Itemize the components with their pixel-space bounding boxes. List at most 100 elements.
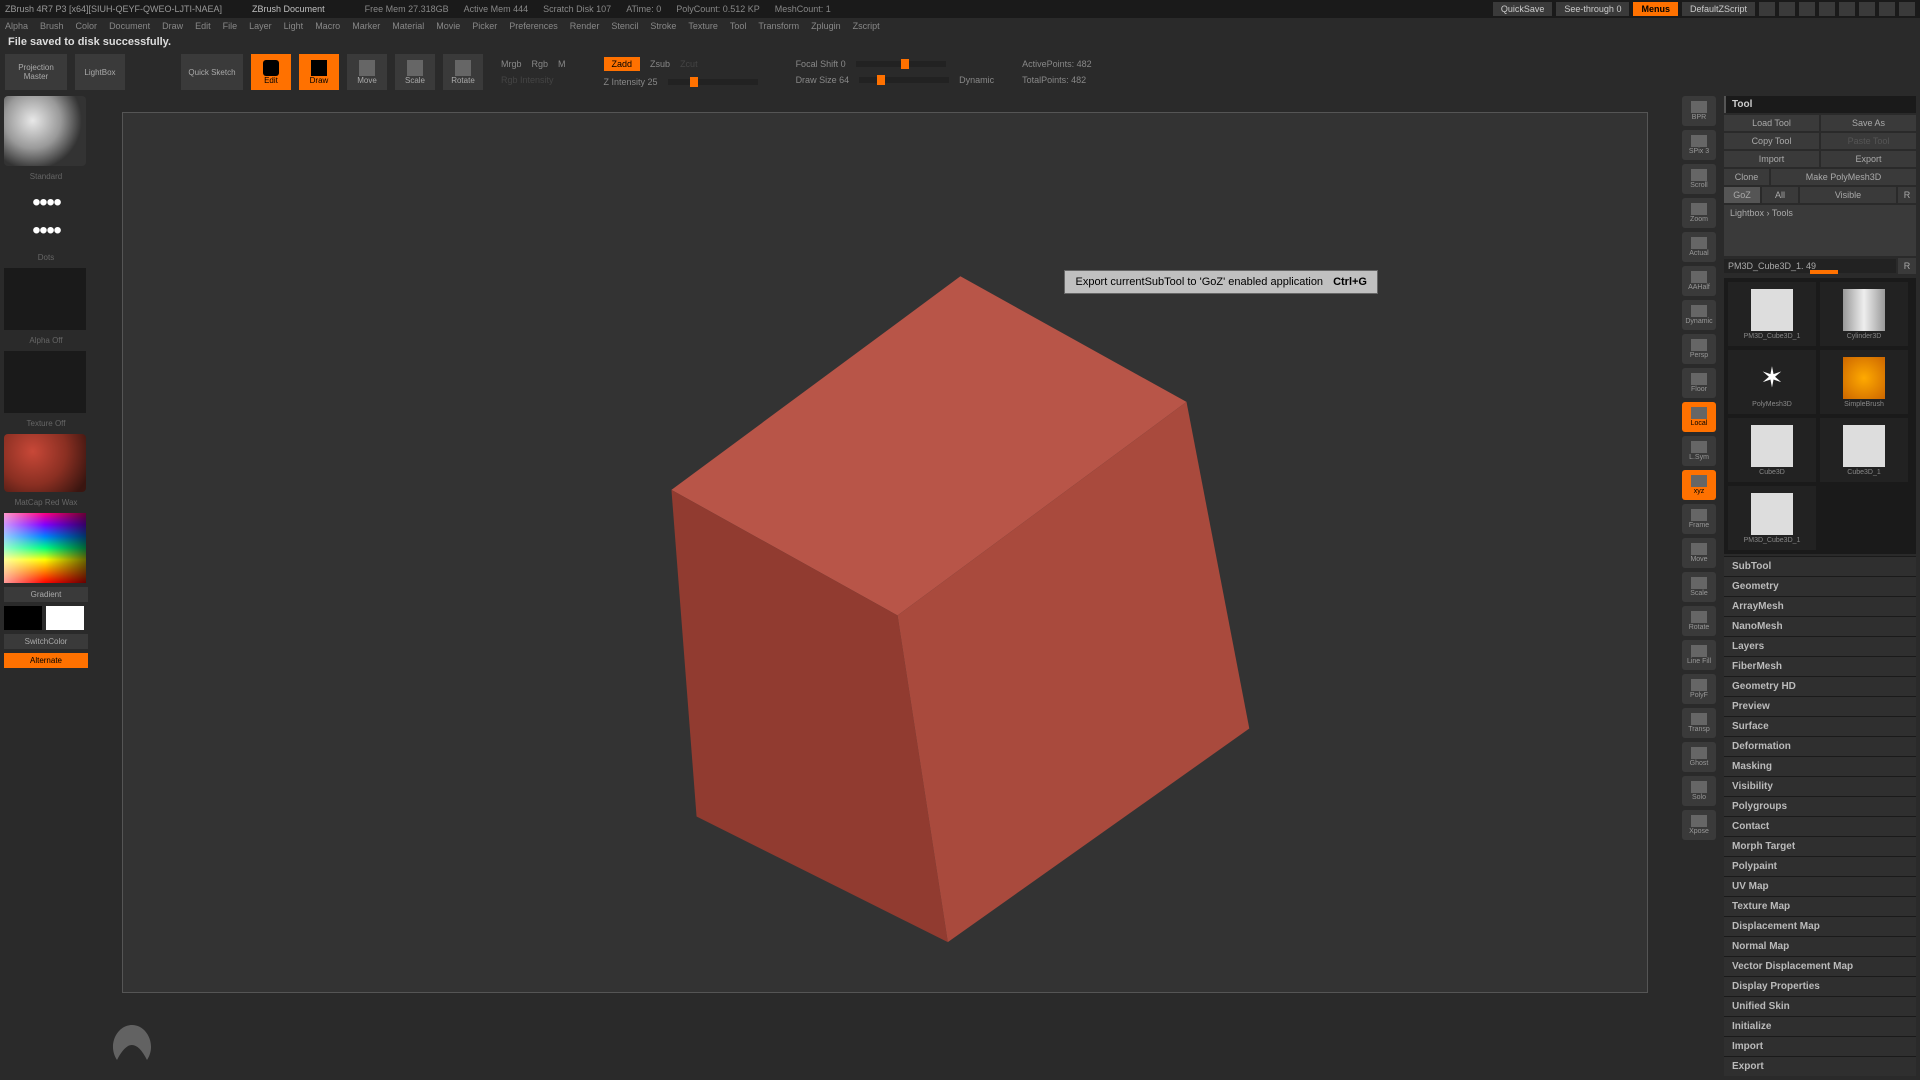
- lightbox-button[interactable]: LightBox: [75, 54, 125, 90]
- make-polymesh3d-button[interactable]: Make PolyMesh3D: [1771, 169, 1916, 185]
- accordion-normal-map[interactable]: Normal Map: [1724, 936, 1916, 956]
- shelf-xpose[interactable]: Xpose: [1682, 810, 1716, 840]
- menu-color[interactable]: Color: [76, 21, 98, 31]
- rgb-button[interactable]: Rgb: [532, 59, 549, 69]
- copy-tool-button[interactable]: Copy Tool: [1724, 133, 1819, 149]
- menu-stencil[interactable]: Stencil: [611, 21, 638, 31]
- move-button[interactable]: Move: [347, 54, 387, 90]
- goz-all-button[interactable]: All: [1762, 187, 1798, 203]
- defaultscript-button[interactable]: DefaultZScript: [1682, 2, 1755, 16]
- accordion-contact[interactable]: Contact: [1724, 816, 1916, 836]
- accordion-geometry[interactable]: Geometry: [1724, 576, 1916, 596]
- tool-thumb-cylinder3d[interactable]: Cylinder3D: [1820, 282, 1908, 346]
- menu-light[interactable]: Light: [284, 21, 304, 31]
- window-icon[interactable]: [1759, 2, 1775, 16]
- tool-panel-header[interactable]: Tool: [1724, 96, 1916, 113]
- menu-tool[interactable]: Tool: [730, 21, 747, 31]
- accordion-display-properties[interactable]: Display Properties: [1724, 976, 1916, 996]
- edit-button[interactable]: Edit: [251, 54, 291, 90]
- accordion-deformation[interactable]: Deformation: [1724, 736, 1916, 756]
- menu-brush[interactable]: Brush: [40, 21, 64, 31]
- shelf-spix-3[interactable]: SPix 3: [1682, 130, 1716, 160]
- shelf-move[interactable]: Move: [1682, 538, 1716, 568]
- window-icon[interactable]: [1839, 2, 1855, 16]
- menus-button[interactable]: Menus: [1633, 2, 1678, 16]
- menu-file[interactable]: File: [223, 21, 238, 31]
- mrgb-button[interactable]: Mrgb: [501, 59, 522, 69]
- shelf-transp[interactable]: Transp: [1682, 708, 1716, 738]
- goz-button[interactable]: GoZ: [1724, 187, 1760, 203]
- quicksketch-button[interactable]: Quick Sketch: [181, 54, 243, 90]
- shelf-scroll[interactable]: Scroll: [1682, 164, 1716, 194]
- accordion-import[interactable]: Import: [1724, 1036, 1916, 1056]
- shelf-ghost[interactable]: Ghost: [1682, 742, 1716, 772]
- menu-macro[interactable]: Macro: [315, 21, 340, 31]
- quicksave-button[interactable]: QuickSave: [1493, 2, 1553, 16]
- accordion-export[interactable]: Export: [1724, 1056, 1916, 1076]
- z-intensity-slider[interactable]: [668, 79, 758, 85]
- shelf-line-fill[interactable]: Line Fill: [1682, 640, 1716, 670]
- menu-layer[interactable]: Layer: [249, 21, 272, 31]
- accordion-arraymesh[interactable]: ArrayMesh: [1724, 596, 1916, 616]
- menu-zscript[interactable]: Zscript: [853, 21, 880, 31]
- window-icon[interactable]: [1819, 2, 1835, 16]
- menu-edit[interactable]: Edit: [195, 21, 211, 31]
- draw-size-slider[interactable]: [859, 77, 949, 83]
- alternate-button[interactable]: Alternate: [4, 653, 88, 668]
- dynamic-label[interactable]: Dynamic: [959, 75, 994, 85]
- viewport[interactable]: [122, 112, 1648, 993]
- accordion-preview[interactable]: Preview: [1724, 696, 1916, 716]
- swatch-black[interactable]: [4, 606, 42, 630]
- alpha-thumbnail[interactable]: [4, 268, 86, 330]
- accordion-uv-map[interactable]: UV Map: [1724, 876, 1916, 896]
- accordion-visibility[interactable]: Visibility: [1724, 776, 1916, 796]
- focal-shift-slider[interactable]: [856, 61, 946, 67]
- menu-material[interactable]: Material: [392, 21, 424, 31]
- menu-draw[interactable]: Draw: [162, 21, 183, 31]
- shelf-dynamic[interactable]: Dynamic: [1682, 300, 1716, 330]
- projection-master-button[interactable]: Projection Master: [5, 54, 67, 90]
- switchcolor-button[interactable]: SwitchColor: [4, 634, 88, 649]
- load-tool-button[interactable]: Load Tool: [1724, 115, 1819, 131]
- zcut-button[interactable]: Zcut: [680, 59, 698, 69]
- shelf-scale[interactable]: Scale: [1682, 572, 1716, 602]
- accordion-vector-displacement-map[interactable]: Vector Displacement Map: [1724, 956, 1916, 976]
- clone-button[interactable]: Clone: [1724, 169, 1769, 185]
- window-icon[interactable]: [1799, 2, 1815, 16]
- color-picker[interactable]: [4, 513, 86, 583]
- menu-marker[interactable]: Marker: [352, 21, 380, 31]
- accordion-masking[interactable]: Masking: [1724, 756, 1916, 776]
- maximize-icon[interactable]: [1879, 2, 1895, 16]
- accordion-polygroups[interactable]: Polygroups: [1724, 796, 1916, 816]
- paste-tool-button[interactable]: Paste Tool: [1821, 133, 1916, 149]
- shelf-actual[interactable]: Actual: [1682, 232, 1716, 262]
- tool-thumb-cube3d[interactable]: Cube3D: [1728, 418, 1816, 482]
- accordion-displacement-map[interactable]: Displacement Map: [1724, 916, 1916, 936]
- accordion-geometry-hd[interactable]: Geometry HD: [1724, 676, 1916, 696]
- accordion-morph-target[interactable]: Morph Target: [1724, 836, 1916, 856]
- menu-transform[interactable]: Transform: [758, 21, 799, 31]
- menu-zplugin[interactable]: Zplugin: [811, 21, 841, 31]
- texture-thumbnail[interactable]: [4, 351, 86, 413]
- menu-render[interactable]: Render: [570, 21, 600, 31]
- tool-thumb-cube3d_1[interactable]: Cube3D_1: [1820, 418, 1908, 482]
- draw-button[interactable]: Draw: [299, 54, 339, 90]
- accordion-nanomesh[interactable]: NanoMesh: [1724, 616, 1916, 636]
- close-icon[interactable]: [1899, 2, 1915, 16]
- menu-stroke[interactable]: Stroke: [650, 21, 676, 31]
- shelf-persp[interactable]: Persp: [1682, 334, 1716, 364]
- menu-picker[interactable]: Picker: [472, 21, 497, 31]
- shelf-local[interactable]: Local: [1682, 402, 1716, 432]
- tool-r-button[interactable]: R: [1898, 258, 1916, 274]
- brush-thumbnail[interactable]: [4, 96, 86, 166]
- shelf-zoom[interactable]: Zoom: [1682, 198, 1716, 228]
- accordion-subtool[interactable]: SubTool: [1724, 556, 1916, 576]
- m-button[interactable]: M: [558, 59, 566, 69]
- save-as-button[interactable]: Save As: [1821, 115, 1916, 131]
- seethrough-button[interactable]: See-through 0: [1556, 2, 1629, 16]
- tool-slider-handle[interactable]: [1810, 270, 1838, 274]
- shelf-aahalf[interactable]: AAHalf: [1682, 266, 1716, 296]
- shelf-rotate[interactable]: Rotate: [1682, 606, 1716, 636]
- scale-button[interactable]: Scale: [395, 54, 435, 90]
- minimize-icon[interactable]: [1859, 2, 1875, 16]
